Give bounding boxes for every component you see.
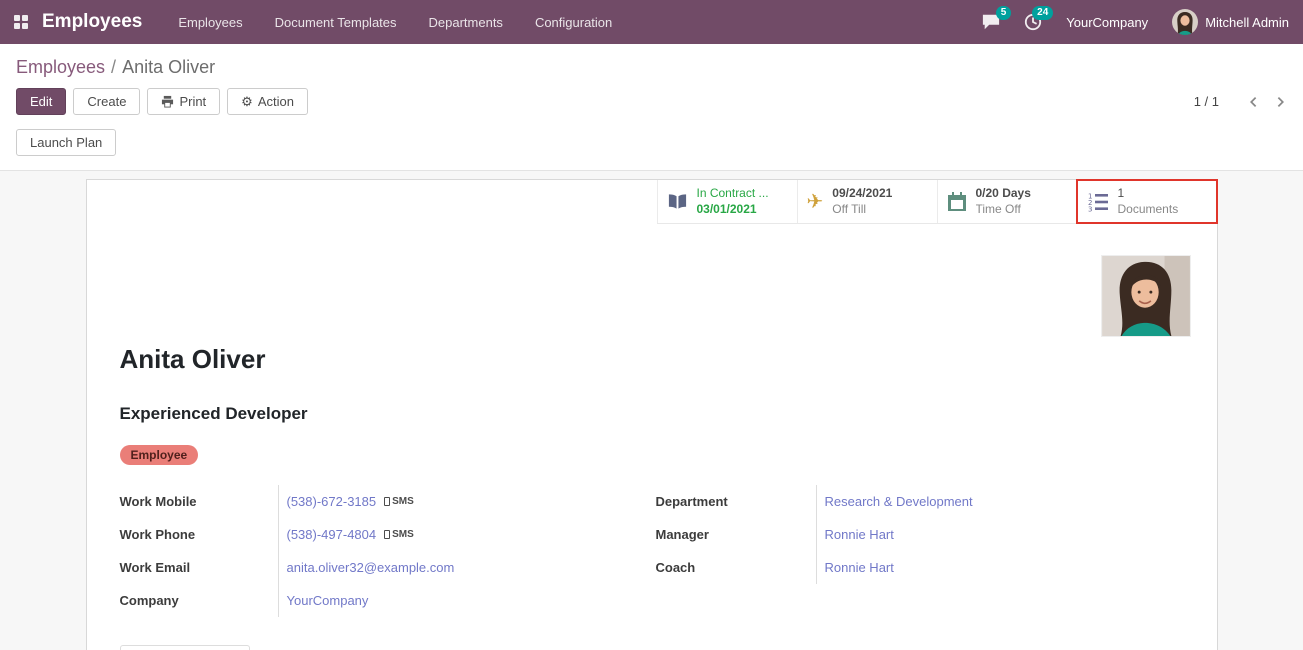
department-row: Department Research & Development: [656, 485, 1191, 518]
work-mobile-value[interactable]: (538)-672-3185: [287, 494, 377, 509]
employee-category-tag[interactable]: Employee: [120, 445, 199, 465]
breadcrumb-employees-link[interactable]: Employees: [16, 57, 105, 77]
documents-label: Documents: [1118, 202, 1179, 218]
phone-icon: [384, 530, 390, 539]
print-label: Print: [179, 94, 206, 109]
calendar-icon: [947, 192, 967, 212]
work-phone-label: Work Phone: [120, 527, 278, 542]
company-value[interactable]: YourCompany: [287, 593, 369, 608]
work-mobile-row: Work Mobile (538)-672-3185 SMS: [120, 485, 656, 518]
control-panel: Edit Create Print ⚙ Action 1 / 1: [0, 82, 1303, 123]
work-phone-row: Work Phone (538)-497-4804 SMS: [120, 518, 656, 551]
work-email-row: Work Email anita.oliver32@example.com: [120, 551, 656, 584]
form-view: In Contract ... 03/01/2021 ✈ 09/24/2021 …: [0, 171, 1303, 650]
messages-badge: 5: [996, 6, 1012, 20]
company-label: Company: [120, 593, 278, 608]
employee-job-title: Experienced Developer: [120, 404, 1191, 424]
work-phone-value[interactable]: (538)-497-4804: [287, 527, 377, 542]
menu-item-departments[interactable]: Departments: [427, 11, 505, 34]
menu-item-employees[interactable]: Employees: [176, 11, 244, 34]
contract-status: In Contract ...: [697, 186, 769, 202]
manager-label: Manager: [656, 527, 816, 542]
company-row: Company YourCompany: [120, 584, 656, 617]
tab-work-information[interactable]: Work Information: [120, 645, 251, 650]
statusbar: Launch Plan: [0, 123, 1303, 171]
coach-value[interactable]: Ronnie Hart: [825, 560, 894, 575]
menu-item-document-templates[interactable]: Document Templates: [273, 11, 399, 34]
pager: 1 / 1: [1194, 94, 1287, 109]
print-button[interactable]: Print: [147, 88, 220, 115]
employee-name: Anita Oliver: [120, 344, 1191, 375]
breadcrumb-separator: /: [111, 57, 116, 77]
edit-button[interactable]: Edit: [16, 88, 66, 115]
employee-photo[interactable]: [1101, 255, 1191, 337]
app-name[interactable]: Employees: [42, 11, 142, 33]
sms-label: SMS: [392, 496, 414, 507]
coach-label: Coach: [656, 560, 816, 575]
phone-icon: [384, 497, 390, 506]
systray: 5 24 YourCompany Mitchell Admin: [982, 9, 1289, 35]
create-button[interactable]: Create: [73, 88, 140, 115]
user-name: Mitchell Admin: [1205, 15, 1289, 30]
sms-button[interactable]: SMS: [384, 496, 414, 507]
app-menu: Employees Document Templates Departments…: [176, 11, 614, 34]
apps-grid-icon[interactable]: [14, 15, 28, 29]
activities-badge: 24: [1032, 6, 1053, 20]
activities-clock-icon[interactable]: 24: [1024, 13, 1042, 31]
work-email-label: Work Email: [120, 560, 278, 575]
department-label: Department: [656, 494, 816, 509]
notebook-tabs: Work Information Private Information HR …: [120, 645, 1191, 650]
manager-row: Manager Ronnie Hart: [656, 518, 1191, 551]
action-button[interactable]: ⚙ Action: [227, 88, 308, 115]
coach-row: Coach Ronnie Hart: [656, 551, 1191, 584]
in-contract-stat-button[interactable]: In Contract ... 03/01/2021: [657, 180, 797, 223]
printer-icon: [161, 95, 174, 108]
department-value[interactable]: Research & Development: [825, 494, 973, 509]
documents-stat-button[interactable]: 1 2 3 1 Documents: [1077, 180, 1217, 223]
launch-plan-button[interactable]: Launch Plan: [16, 129, 116, 156]
company-switcher[interactable]: YourCompany: [1066, 15, 1148, 30]
pager-value: 1 / 1: [1194, 94, 1219, 109]
time-off-stat-button[interactable]: 0/20 Days Time Off: [937, 180, 1077, 223]
time-off-days: 0/20 Days: [976, 186, 1031, 202]
work-email-value[interactable]: anita.oliver32@example.com: [287, 560, 455, 575]
action-label: Action: [258, 94, 294, 109]
stat-button-row: In Contract ... 03/01/2021 ✈ 09/24/2021 …: [87, 180, 1217, 224]
gear-icon: ⚙: [241, 95, 253, 108]
work-mobile-label: Work Mobile: [120, 494, 278, 509]
user-menu[interactable]: Mitchell Admin: [1172, 9, 1289, 35]
menu-item-configuration[interactable]: Configuration: [533, 11, 614, 34]
book-icon: [667, 192, 688, 212]
documents-count: 1: [1118, 186, 1179, 202]
sms-label: SMS: [392, 529, 414, 540]
ordered-list-icon: 1 2 3: [1087, 192, 1109, 212]
contract-date: 03/01/2021: [697, 202, 769, 218]
employee-fields: Work Mobile (538)-672-3185 SMS Work Phon…: [120, 485, 1191, 617]
employee-form-sheet: In Contract ... 03/01/2021 ✈ 09/24/2021 …: [86, 179, 1218, 650]
off-till-date: 09/24/2021: [832, 186, 892, 202]
off-till-label: Off Till: [832, 202, 892, 218]
messages-icon[interactable]: 5: [982, 13, 1000, 31]
svg-text:3: 3: [1088, 205, 1092, 212]
breadcrumb-current: Anita Oliver: [122, 57, 215, 77]
time-off-label: Time Off: [976, 202, 1031, 218]
pager-previous-icon[interactable]: [1247, 95, 1259, 109]
breadcrumb: Employees / Anita Oliver: [0, 44, 1303, 82]
sms-button[interactable]: SMS: [384, 529, 414, 540]
pager-next-icon[interactable]: [1275, 95, 1287, 109]
off-till-stat-button[interactable]: ✈ 09/24/2021 Off Till: [797, 180, 937, 223]
user-avatar: [1172, 9, 1198, 35]
plane-icon: ✈: [807, 192, 824, 212]
manager-value[interactable]: Ronnie Hart: [825, 527, 894, 542]
top-navbar: Employees Employees Document Templates D…: [0, 0, 1303, 44]
